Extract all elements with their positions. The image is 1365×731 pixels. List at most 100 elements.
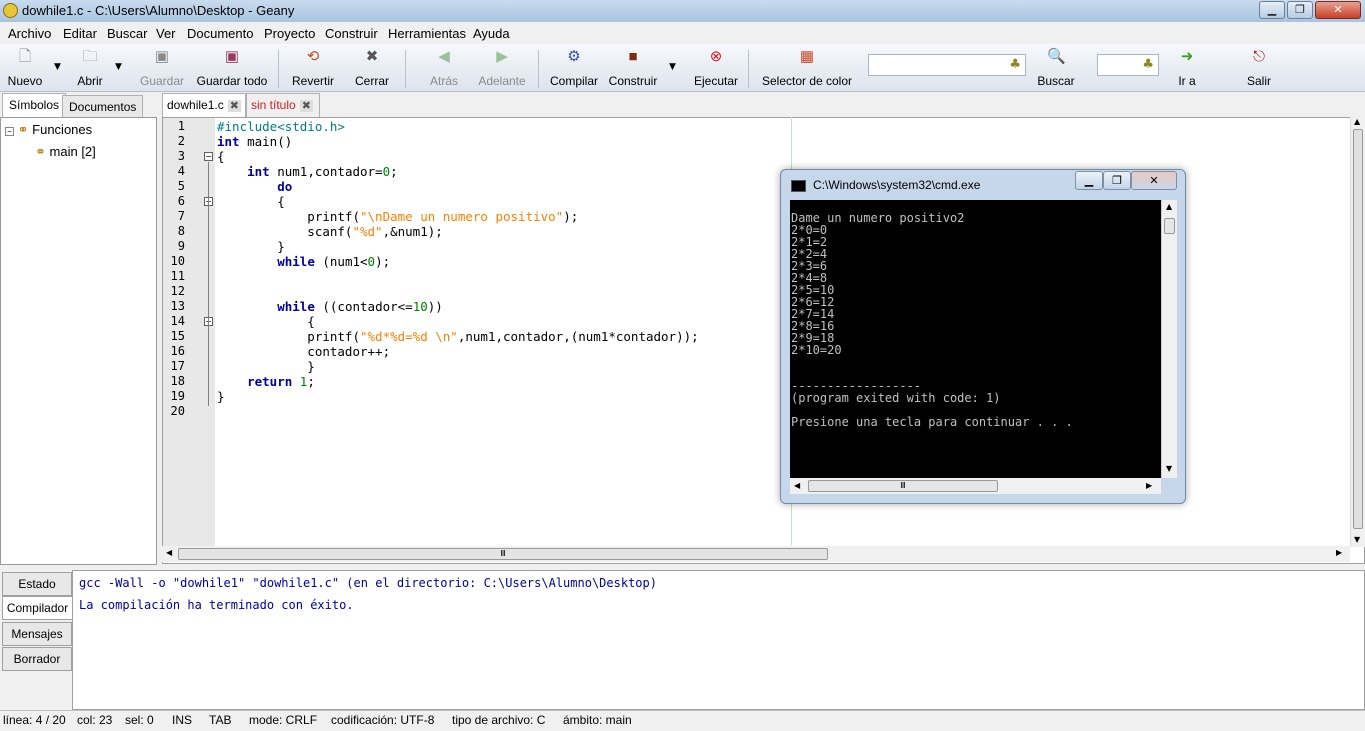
execute-label: Ejecutar bbox=[693, 74, 739, 88]
code-line: do bbox=[277, 179, 293, 194]
scroll-thumb[interactable]: Ⅲ bbox=[178, 548, 828, 560]
menu-ayuda[interactable]: Ayuda bbox=[473, 26, 510, 41]
color-picker-button[interactable]: ▦ Selector de color bbox=[760, 48, 854, 90]
function-icon: ⚭ bbox=[17, 122, 29, 137]
cmd-window[interactable]: C:\Windows\system32\cmd.exe ▁ ❐ ✕ Dame u… bbox=[780, 169, 1186, 504]
compiler-result-line[interactable]: La compilación ha terminado con éxito. bbox=[79, 598, 354, 612]
scroll-down-icon[interactable]: ▼ bbox=[1166, 464, 1172, 473]
tab-compiler[interactable]: Compilador bbox=[2, 596, 72, 620]
status-sel: sel: 0 bbox=[125, 713, 154, 727]
console-horizontal-scrollbar[interactable]: ◀ Ⅲ ▶ bbox=[790, 478, 1161, 494]
goto-line-input[interactable]: ♣ bbox=[1097, 54, 1159, 76]
scroll-thumb[interactable] bbox=[1164, 218, 1175, 234]
status-mode: mode: CRLF bbox=[249, 713, 318, 727]
tab-untitled[interactable]: sin título ✖ bbox=[246, 93, 320, 117]
code-line: { bbox=[217, 314, 315, 329]
color-picker-icon: ▦ bbox=[799, 48, 815, 65]
editor-vertical-scrollbar[interactable]: ▲ ▼ bbox=[1350, 117, 1365, 547]
build-button[interactable]: ■ Construir bbox=[606, 48, 660, 90]
compiler-command-line[interactable]: gcc -Wall -o "dowhile1" "dowhile1.c" (en… bbox=[79, 576, 657, 590]
save-all-button[interactable]: ▣ Guardar todo bbox=[196, 48, 268, 90]
scroll-left-icon[interactable]: ◀ bbox=[794, 481, 800, 490]
menu-herramientas[interactable]: Herramientas bbox=[388, 26, 466, 41]
search-input[interactable]: ♣ bbox=[868, 54, 1026, 76]
fold-toggle-icon[interactable]: − bbox=[204, 152, 213, 161]
console-output[interactable]: Dame un numero positivo2 2*0=0 2*1=2 2*2=4 2… bbox=[790, 200, 1161, 478]
new-button[interactable]: 🗋 Nuevo bbox=[4, 48, 46, 90]
search-button[interactable]: 🔍 Buscar bbox=[1036, 48, 1076, 90]
compile-icon: ⚙ bbox=[567, 48, 581, 65]
scroll-down-icon[interactable]: ▼ bbox=[1354, 535, 1360, 544]
menu-documento[interactable]: Documento bbox=[187, 26, 253, 41]
line-number: 1 bbox=[177, 119, 185, 133]
revert-button[interactable]: ⟲ Revertir bbox=[288, 48, 338, 90]
line-number: 19 bbox=[170, 389, 185, 403]
line-number: 9 bbox=[177, 239, 185, 253]
scroll-thumb[interactable] bbox=[1353, 129, 1363, 529]
scroll-right-icon[interactable]: ▶ bbox=[1146, 481, 1152, 490]
menu-buscar[interactable]: Buscar bbox=[107, 26, 147, 41]
collapse-icon[interactable]: − bbox=[5, 127, 14, 136]
tree-row-main[interactable]: ⚭ main [2] bbox=[35, 144, 96, 160]
code-line: scanf("%d",&num1); bbox=[217, 224, 443, 239]
close-tab-icon[interactable]: ✖ bbox=[227, 100, 241, 112]
status-tab: TAB bbox=[209, 713, 232, 727]
close-tab-icon[interactable]: ✖ bbox=[299, 100, 313, 112]
menu-archivo[interactable]: Archivo bbox=[8, 26, 51, 41]
menu-editar[interactable]: Editar bbox=[63, 26, 97, 41]
scroll-up-icon[interactable]: ▲ bbox=[1354, 117, 1360, 126]
code-line: { bbox=[217, 194, 285, 209]
clear-search-icon[interactable]: ♣ bbox=[1009, 57, 1021, 72]
line-number: 12 bbox=[170, 284, 185, 298]
new-dropdown-arrow[interactable]: ▼ bbox=[54, 62, 61, 72]
code-line: printf("%d*%d=%d \n",num1,contador,(num1… bbox=[217, 329, 699, 344]
compile-button[interactable]: ⚙ Compilar bbox=[547, 48, 601, 90]
maximize-button[interactable]: ❐ bbox=[1287, 1, 1313, 19]
scroll-left-icon[interactable]: ◀ bbox=[166, 548, 172, 557]
tab-messages[interactable]: Mensajes bbox=[2, 622, 72, 646]
open-dropdown-arrow[interactable]: ▼ bbox=[115, 62, 122, 72]
code-line: while ((contador<=10)) bbox=[277, 299, 443, 314]
build-dropdown-arrow[interactable]: ▼ bbox=[669, 62, 676, 72]
editor-horizontal-scrollbar[interactable]: ◀ Ⅲ ▶ bbox=[162, 546, 1350, 562]
close-button[interactable]: ✕ bbox=[1315, 1, 1361, 19]
save-label: Guardar bbox=[139, 74, 185, 88]
open-label: Abrir bbox=[77, 74, 103, 88]
line-number: 10 bbox=[170, 254, 185, 268]
tab-symbols[interactable]: Símbolos bbox=[2, 93, 67, 117]
function-icon: ⚭ bbox=[35, 144, 46, 159]
close-file-button[interactable]: ✖ Cerrar bbox=[352, 48, 392, 90]
back-button[interactable]: ◀ Atrás bbox=[423, 48, 465, 90]
quit-button[interactable]: ⎋ Salir bbox=[1242, 48, 1276, 90]
compiler-output-panel[interactable]: gcc -Wall -o "dowhile1" "dowhile1.c" (en… bbox=[72, 570, 1365, 710]
save-button[interactable]: ▣ Guardar bbox=[138, 48, 186, 90]
tab-status[interactable]: Estado bbox=[2, 572, 72, 596]
tab-scribble[interactable]: Borrador bbox=[2, 647, 72, 671]
back-label: Atrás bbox=[429, 74, 458, 88]
forward-button[interactable]: ▶ Adelante bbox=[476, 48, 528, 90]
console-vertical-scrollbar[interactable]: ▲ ▼ bbox=[1161, 200, 1177, 478]
tree-row-functions[interactable]: − ⚭ Funciones bbox=[5, 122, 92, 138]
open-button[interactable]: 🗀 Abrir bbox=[70, 48, 110, 90]
cmd-close-button[interactable]: ✕ bbox=[1131, 171, 1177, 190]
toolbar-separator bbox=[538, 50, 539, 88]
goto-button[interactable]: ➜ Ir a bbox=[1172, 48, 1202, 90]
cmd-maximize-button[interactable]: ❐ bbox=[1103, 171, 1131, 190]
menu-proyecto[interactable]: Proyecto bbox=[264, 26, 315, 41]
scroll-right-icon[interactable]: ▶ bbox=[1336, 548, 1342, 557]
line-number: 11 bbox=[170, 269, 185, 283]
line-number: 20 bbox=[170, 404, 185, 418]
clear-goto-icon[interactable]: ♣ bbox=[1142, 57, 1154, 72]
scroll-thumb[interactable]: Ⅲ bbox=[808, 480, 998, 492]
cmd-minimize-button[interactable]: ▁ bbox=[1075, 171, 1103, 190]
tab-dowhile1[interactable]: dowhile1.c ✖ bbox=[162, 93, 246, 117]
toolbar: 🗋 Nuevo ▼ 🗀 Abrir ▼ ▣ Guardar ▣ Guardar … bbox=[0, 44, 1365, 92]
menu-ver[interactable]: Ver bbox=[156, 26, 176, 41]
tab-documents[interactable]: Documentos bbox=[62, 95, 144, 117]
menu-construir[interactable]: Construir bbox=[325, 26, 378, 41]
code-line: #include<stdio.h> bbox=[217, 119, 345, 134]
execute-button[interactable]: ⊗ Ejecutar bbox=[693, 48, 739, 90]
minimize-button[interactable]: ▁ bbox=[1259, 1, 1285, 19]
new-label: Nuevo bbox=[7, 74, 43, 88]
scroll-up-icon[interactable]: ▲ bbox=[1166, 202, 1172, 211]
